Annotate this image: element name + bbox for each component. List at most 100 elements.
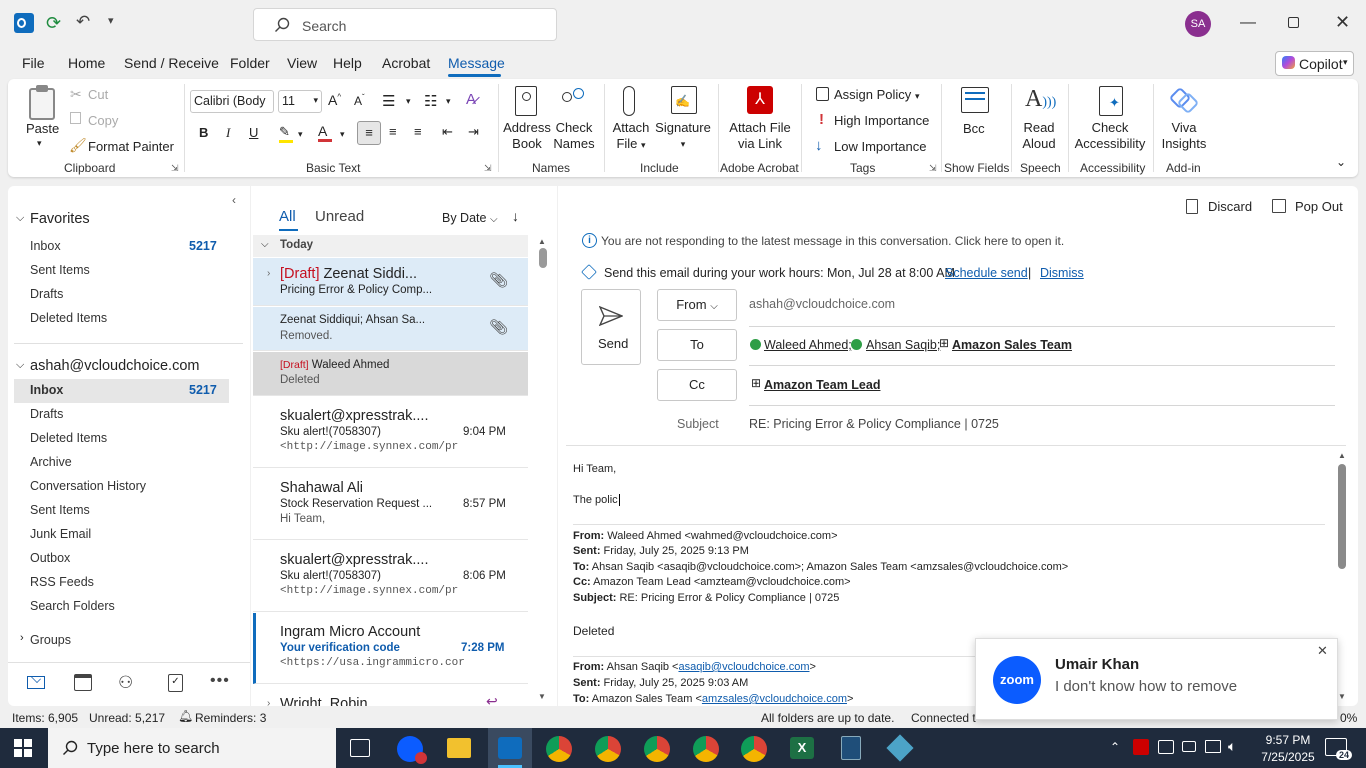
tasks-icon[interactable]: ✓ <box>168 674 183 692</box>
windows-start-icon[interactable] <box>14 739 32 757</box>
more-apps-icon[interactable]: ••• <box>210 672 230 690</box>
menu-send-receive[interactable]: Send / Receive <box>124 55 219 71</box>
sort-direction-icon[interactable]: ↓ <box>512 208 519 224</box>
menu-message[interactable]: Message <box>448 55 505 71</box>
folder-sent-items[interactable]: Sent Items <box>30 263 90 277</box>
bcc-button[interactable]: Bcc <box>963 121 985 137</box>
folder-sent-items[interactable]: Sent Items <box>30 503 90 517</box>
signature-button[interactable]: Signature ▾ <box>654 120 712 152</box>
account-header[interactable]: ashah@vcloudchoice.com <box>30 358 199 374</box>
underline-icon[interactable]: U <box>249 125 258 140</box>
calendar-icon[interactable] <box>74 674 92 691</box>
recipient-chip[interactable]: Ahsan Saqib; <box>866 338 940 352</box>
dialog-launcher-icon[interactable]: ⇲ <box>929 163 937 174</box>
tray-icon[interactable] <box>1158 740 1174 754</box>
minimize-icon[interactable]: — <box>1240 14 1256 32</box>
scrollbar-thumb[interactable] <box>1338 464 1346 569</box>
scrollbar-thumb[interactable] <box>539 248 547 268</box>
undo-icon[interactable]: ↶ <box>76 12 90 32</box>
chevron-down-icon[interactable]: ▾ <box>406 96 411 107</box>
collapse-pane-icon[interactable]: ‹ <box>232 193 236 207</box>
attach-via-link-button[interactable]: Attach File via Link <box>724 120 796 152</box>
volume-icon[interactable]: 🔈︎ <box>1228 738 1236 755</box>
avatar[interactable]: SA <box>1185 11 1211 37</box>
subject-input[interactable]: RE: Pricing Error & Policy Compliance | … <box>749 417 999 431</box>
status-zoom[interactable]: 0% <box>1340 711 1357 725</box>
copilot-button[interactable]: Copilot ▾ <box>1275 51 1354 76</box>
to-button[interactable]: To <box>657 329 737 361</box>
chevron-down-icon[interactable]: ⌵ <box>16 359 24 372</box>
scroll-down-icon[interactable]: ▼ <box>538 692 546 701</box>
check-names-button[interactable]: Check Names <box>551 120 597 152</box>
dismiss-link[interactable]: Dismiss <box>1040 266 1084 280</box>
chevron-down-icon[interactable]: ▾ <box>37 138 42 149</box>
folder-drafts[interactable]: Drafts <box>30 287 63 301</box>
schedule-send-link[interactable]: Schedule send <box>945 266 1028 280</box>
menu-folder[interactable]: Folder <box>230 55 270 71</box>
ribbon-collapse-icon[interactable]: ⌄ <box>1336 155 1346 169</box>
dialog-launcher-icon[interactable]: ⇲ <box>484 163 492 174</box>
expand-group-icon[interactable]: ⊞ <box>751 376 761 390</box>
folder-inbox[interactable]: Inbox <box>30 383 63 397</box>
chevron-right-icon[interactable]: › <box>20 632 24 644</box>
bold-icon[interactable]: B <box>199 125 208 140</box>
outlook-taskbar-icon[interactable] <box>498 737 522 759</box>
dialog-launcher-icon[interactable]: ⇲ <box>171 163 179 174</box>
status-reminders[interactable]: Reminders: 3 <box>195 711 266 725</box>
check-accessibility-button[interactable]: Check Accessibility <box>1072 120 1148 152</box>
folder-outbox[interactable]: Outbox <box>30 551 70 565</box>
align-left-icon[interactable]: ≡ <box>357 121 381 145</box>
sort-by-date[interactable]: By Date ⌵ <box>442 211 498 225</box>
address-book-button[interactable]: Address Book <box>503 120 551 152</box>
menu-view[interactable]: View <box>287 55 317 71</box>
search-box[interactable]: Search <box>253 8 557 41</box>
cut-button[interactable]: Cut <box>88 87 108 103</box>
shrink-font-icon[interactable]: Aˇ <box>354 93 365 108</box>
decrease-indent-icon[interactable]: ⇤ <box>442 124 453 140</box>
chevron-down-icon[interactable]: ⌵ <box>261 239 269 250</box>
menu-home[interactable]: Home <box>68 55 105 71</box>
zoom-taskbar-icon[interactable] <box>397 736 427 764</box>
network-icon[interactable] <box>1205 740 1221 753</box>
menu-help[interactable]: Help <box>333 55 362 71</box>
recipient-chip[interactable]: Waleed Ahmed; <box>764 338 852 352</box>
tray-date[interactable]: 7/25/2025 <box>1255 750 1321 764</box>
file-explorer-icon[interactable] <box>447 738 471 758</box>
chrome-icon[interactable] <box>595 736 621 762</box>
chrome-icon[interactable] <box>693 736 719 762</box>
recipient-chip[interactable]: Amazon Sales Team <box>952 338 1072 352</box>
body-text[interactable]: The polic <box>573 494 620 506</box>
scroll-up-icon[interactable]: ▲ <box>1338 451 1346 460</box>
sync-icon[interactable]: ⟳ <box>46 13 61 34</box>
align-center-icon[interactable]: ≡ <box>389 124 397 139</box>
customize-toolbar-icon[interactable]: ▾ <box>108 14 114 27</box>
italic-icon[interactable]: I <box>226 125 230 141</box>
folder-drafts[interactable]: Drafts <box>30 407 63 421</box>
maximize-icon[interactable] <box>1288 17 1299 28</box>
groups-header[interactable]: Groups <box>30 633 71 647</box>
assign-policy-button[interactable]: Assign Policy ▾ <box>834 87 919 104</box>
chrome-icon[interactable] <box>644 736 670 762</box>
scroll-down-icon[interactable]: ▼ <box>1338 692 1346 701</box>
bullets-icon[interactable]: ☰ <box>382 92 395 110</box>
chevron-down-icon[interactable]: ▾ <box>446 96 451 107</box>
from-button[interactable]: From ⌵ <box>657 289 737 321</box>
tab-unread[interactable]: Unread <box>315 208 364 225</box>
recipient-chip[interactable]: Amazon Team Lead <box>764 378 880 392</box>
tray-time[interactable]: 9:57 PM <box>1260 733 1316 747</box>
chevron-down-icon[interactable]: ▾ <box>298 129 303 140</box>
expand-group-icon[interactable]: ⊞ <box>939 336 949 350</box>
viva-insights-button[interactable]: Viva Insights <box>1159 120 1209 152</box>
chrome-icon[interactable] <box>546 736 572 762</box>
chevron-up-icon[interactable]: ⌃ <box>1110 740 1120 754</box>
folder-deleted-items[interactable]: Deleted Items <box>30 431 107 445</box>
discard-button[interactable]: Discard <box>1208 199 1252 214</box>
high-importance-button[interactable]: High Importance <box>834 113 929 129</box>
copy-button[interactable]: Copy <box>88 113 118 129</box>
folder-conversation-history[interactable]: Conversation History <box>30 479 146 493</box>
calculator-icon[interactable] <box>841 736 861 760</box>
folder-search-folders[interactable]: Search Folders <box>30 599 115 613</box>
close-icon[interactable]: ✕ <box>1335 12 1350 33</box>
menu-acrobat[interactable]: Acrobat <box>382 55 430 71</box>
paste-button[interactable]: Paste <box>26 121 59 137</box>
